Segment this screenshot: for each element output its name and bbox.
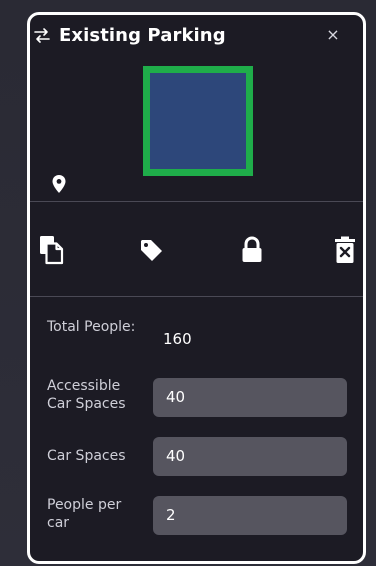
total-people-value: 160	[163, 330, 192, 348]
panel-title: Existing Parking	[59, 25, 226, 46]
swap-icon[interactable]	[33, 27, 51, 45]
parking-thumbnail	[143, 66, 253, 176]
lock-icon[interactable]	[238, 235, 266, 265]
toolbar	[30, 202, 363, 296]
car-spaces-label: Car Spaces	[47, 448, 126, 464]
car-spaces-input[interactable]: 40	[153, 437, 347, 476]
copy-icon[interactable]	[38, 235, 66, 265]
people-per-car-label: People per car	[47, 497, 122, 531]
map-pin-icon[interactable]	[52, 175, 66, 193]
delete-icon[interactable]	[332, 235, 360, 265]
tag-icon[interactable]	[138, 235, 166, 265]
divider	[30, 296, 363, 297]
accessible-car-spaces-input[interactable]: 40	[153, 378, 347, 417]
panel-header: Existing Parking ×	[30, 15, 363, 201]
accessible-car-spaces-label: Accessible Car Spaces	[47, 378, 126, 412]
total-people-label: Total People:	[47, 319, 136, 335]
close-icon[interactable]: ×	[324, 26, 342, 44]
existing-parking-panel: Existing Parking × Total People: 160 Acc…	[27, 12, 366, 564]
people-per-car-input[interactable]: 2	[153, 496, 347, 535]
